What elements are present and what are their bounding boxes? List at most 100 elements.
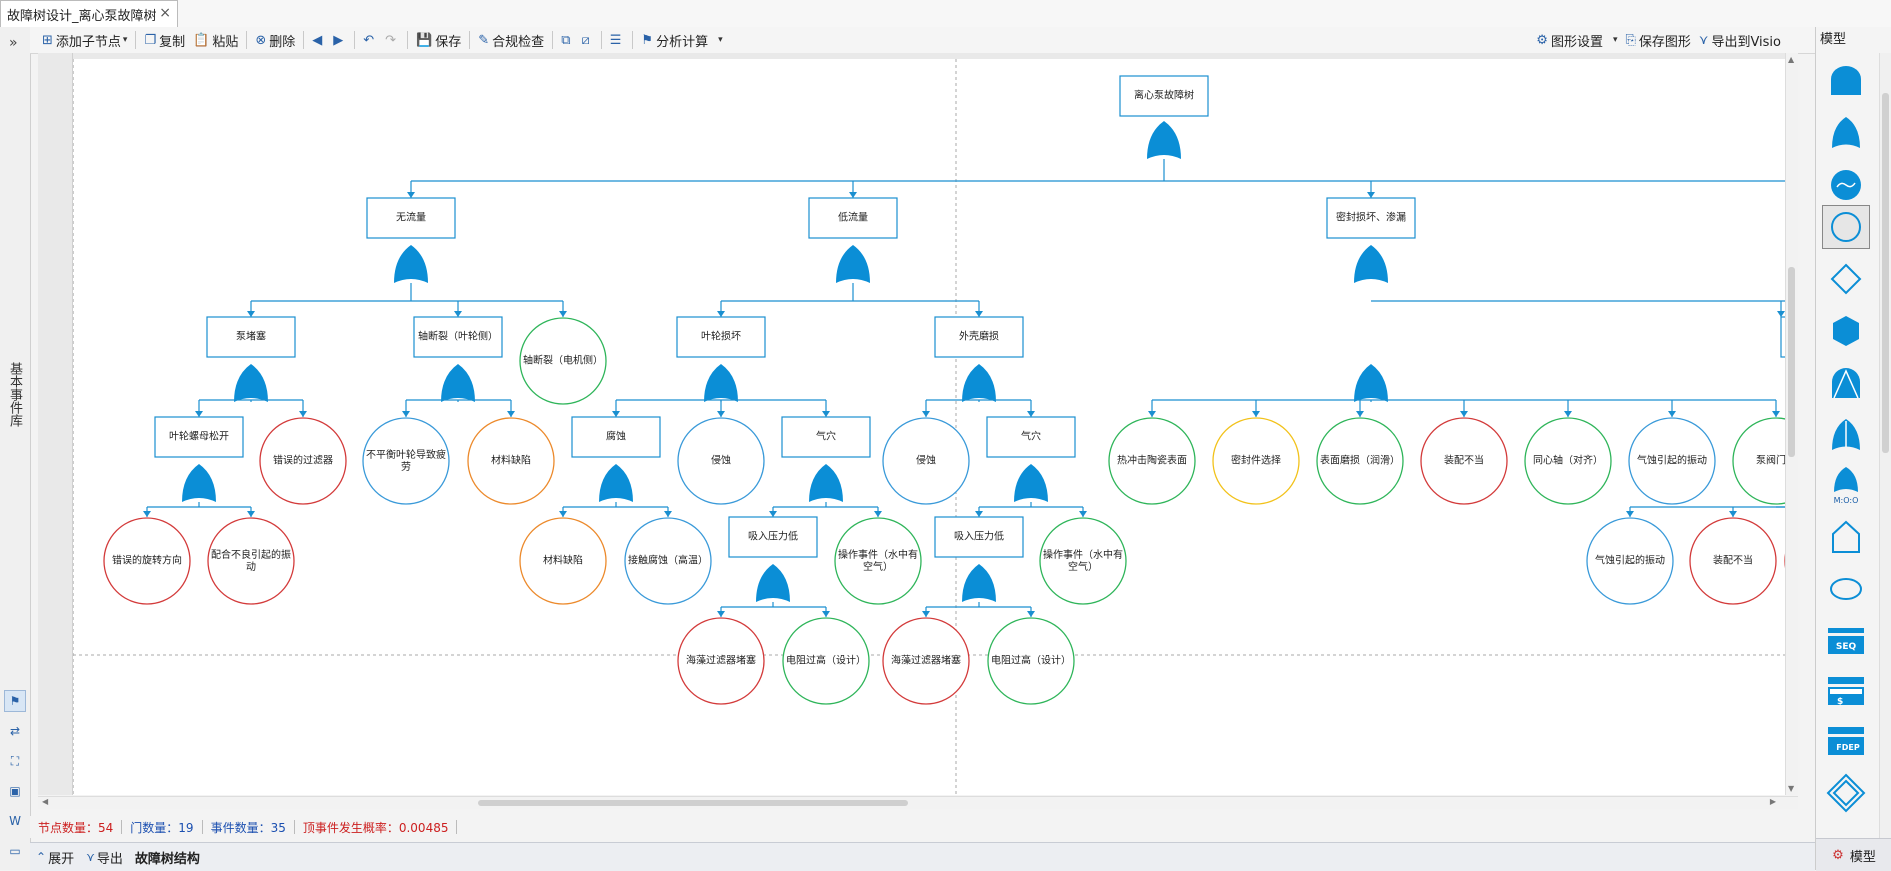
main-toolbar: ⊞ 添加子节点 ▾ ❐ 复制 📋 粘贴 ⊗ 删除 ◀ ▶ ↶ ↷ 💾 保存 ✎ 合规检查 ⧉… xyxy=(30,27,1815,54)
frame-icon[interactable]: ▣ xyxy=(4,780,26,802)
copy-icon: ❐ xyxy=(144,32,157,48)
connector-arrow xyxy=(1367,192,1375,198)
graphic-settings-button[interactable]: ⚙ 图形设置 ▾ xyxy=(1532,29,1621,51)
check-icon: ✎ xyxy=(478,32,490,48)
model-panel: 模型 M:O:O SEQ $ FDEP ⚙ 模型 xyxy=(1815,27,1891,871)
or-gate[interactable] xyxy=(182,464,216,502)
copy-button[interactable]: ❐ 复制 xyxy=(140,29,189,51)
scroll-up-icon[interactable]: ▲ xyxy=(1788,55,1794,64)
save-graphic-button[interactable]: ⎘ 保存图形 xyxy=(1621,29,1694,51)
or-gate[interactable] xyxy=(1014,464,1048,502)
model-tab[interactable]: ⚙ 模型 xyxy=(1816,838,1891,871)
export-icon: ⋎ xyxy=(86,850,95,864)
list-button[interactable]: ☰ xyxy=(606,29,629,51)
priority-and-gate-icon[interactable] xyxy=(1822,361,1870,405)
or-gate[interactable] xyxy=(836,245,870,283)
top-event-probability: 顶事件发生概率：0.00485 xyxy=(302,820,449,835)
analysis-button[interactable]: ⚑ 分析计算 ▾ xyxy=(637,29,726,51)
connector-arrow xyxy=(849,192,857,198)
scroll-right-icon[interactable]: ▶ xyxy=(1770,797,1776,806)
monitor-icon[interactable]: ▭ xyxy=(4,840,26,862)
scroll-left-icon[interactable]: ◀ xyxy=(42,797,48,806)
node-label: 叶轮螺母松开 xyxy=(169,430,229,443)
or-gate-icon[interactable] xyxy=(1822,111,1870,155)
transfer-gate-icon[interactable] xyxy=(1822,771,1870,815)
or-gate[interactable] xyxy=(962,364,996,402)
bottom-bar: ⌃ 展开 ⋎ 导出 故障树结构 xyxy=(30,842,1815,871)
export-button[interactable]: ⋎ 导出 xyxy=(80,848,129,867)
or-gate[interactable] xyxy=(809,464,843,502)
left-panel: » 基本事件库 ⚑ ⇄ ⛶ ▣ W ▭ xyxy=(0,27,31,870)
or-gate[interactable] xyxy=(441,364,475,402)
spare-gate-icon[interactable]: $ xyxy=(1822,669,1870,713)
word-icon[interactable]: W xyxy=(4,810,26,832)
basic-event-library-label[interactable]: 基本事件库 xyxy=(5,362,24,427)
house-event-icon[interactable] xyxy=(1822,515,1870,559)
document-tab[interactable]: 故障树设计_离心泵故障树 × xyxy=(0,0,178,27)
close-icon[interactable]: × xyxy=(159,5,171,21)
delete-button[interactable]: ⊗ 删除 xyxy=(251,29,299,51)
model-panel-scrollbar[interactable] xyxy=(1879,53,1891,838)
or-gate[interactable] xyxy=(394,245,428,283)
save-icon: 💾 xyxy=(416,32,433,48)
connector-arrow xyxy=(975,311,983,317)
connector-arrow xyxy=(822,411,830,417)
node-label: 无流量 xyxy=(396,211,426,224)
seq-gate-icon[interactable]: SEQ xyxy=(1822,619,1870,663)
undeveloped-event-icon[interactable] xyxy=(1822,257,1870,301)
basic-event-icon[interactable] xyxy=(1822,205,1870,249)
save-button[interactable]: 💾 保存 xyxy=(412,29,465,51)
ellipse-event-icon[interactable] xyxy=(1822,567,1870,611)
or-gate[interactable] xyxy=(962,564,996,602)
connector-arrow xyxy=(299,411,307,417)
vertical-ruler xyxy=(38,53,73,795)
move-right-button[interactable]: ▶ xyxy=(329,29,350,51)
node-label: 错误的旋转方向 xyxy=(112,554,182,567)
save-graphic-icon: ⎘ xyxy=(1625,32,1636,48)
conditional-event-icon[interactable] xyxy=(1822,163,1870,207)
fault-tree-canvas[interactable]: 离心泵故障树 无流量 低流量 密封损坏、渗漏 泵堵塞 轴断裂（叶轮侧） 轴断裂（电机侧） 叶轮… xyxy=(73,59,1798,795)
fit-icon[interactable]: ⛶ xyxy=(4,750,26,772)
connector-arrow xyxy=(717,611,725,617)
node-label: 接触腐蚀（高温） xyxy=(628,554,708,567)
fault-tree-diagram[interactable]: 离心泵故障树无流量 低流量 密封损坏、渗漏泵堵塞 轴断裂（叶轮侧） 轴断裂（电机侧） 叶轮… xyxy=(73,59,1798,795)
add-node-icon: ⊞ xyxy=(42,32,53,48)
or-gate[interactable] xyxy=(1147,121,1181,159)
connector-arrow xyxy=(507,411,515,417)
link-button[interactable]: ⧉ xyxy=(557,29,577,51)
svg-text:M:O:O: M:O:O xyxy=(1834,496,1859,504)
redo-button[interactable]: ↷ xyxy=(381,29,403,51)
check-button[interactable]: ✎ 合规检查 xyxy=(474,29,548,51)
paste-button[interactable]: 📋 粘贴 xyxy=(189,29,242,51)
swap-icon[interactable]: ⇄ xyxy=(4,720,26,742)
event-count: 事件数量：35 xyxy=(210,820,286,835)
horizontal-scrollbar[interactable]: ◀ ▶ xyxy=(38,796,1798,809)
or-gate[interactable] xyxy=(1354,364,1388,402)
voting-gate-icon[interactable]: M:O:O xyxy=(1822,463,1870,507)
unlink-button[interactable]: ⧄ xyxy=(577,29,596,51)
and-gate-icon[interactable] xyxy=(1822,59,1870,103)
add-child-button[interactable]: ⊞ 添加子节点 ▾ xyxy=(38,29,131,51)
expand-chevron-icon[interactable]: » xyxy=(9,35,18,51)
export-visio-button[interactable]: ⋎ 导出到Visio xyxy=(1695,29,1785,51)
or-gate[interactable] xyxy=(234,364,268,402)
hexagon-gate-icon[interactable] xyxy=(1822,309,1870,353)
or-gate[interactable] xyxy=(704,364,738,402)
xor-gate-icon[interactable] xyxy=(1822,413,1870,457)
scroll-down-icon[interactable]: ▼ xyxy=(1788,784,1794,793)
gear-icon: ⚙ xyxy=(1536,32,1548,48)
connector-arrow xyxy=(1027,411,1035,417)
move-left-button[interactable]: ◀ xyxy=(308,29,329,51)
or-gate[interactable] xyxy=(756,564,790,602)
or-gate[interactable] xyxy=(1354,245,1388,283)
document-tab-title: 故障树设计_离心泵故障树 xyxy=(7,8,157,24)
node-count: 节点数量：54 xyxy=(38,820,114,835)
vertical-scrollbar[interactable]: ▲ ▼ xyxy=(1785,53,1798,795)
expand-button[interactable]: ⌃ 展开 xyxy=(30,848,80,867)
connector-arrow xyxy=(1729,511,1737,517)
undo-button[interactable]: ↶ xyxy=(359,29,381,51)
connector-arrow xyxy=(1772,411,1780,417)
flag-icon[interactable]: ⚑ xyxy=(4,690,26,712)
or-gate[interactable] xyxy=(599,464,633,502)
fdep-gate-icon[interactable]: FDEP xyxy=(1822,719,1870,763)
